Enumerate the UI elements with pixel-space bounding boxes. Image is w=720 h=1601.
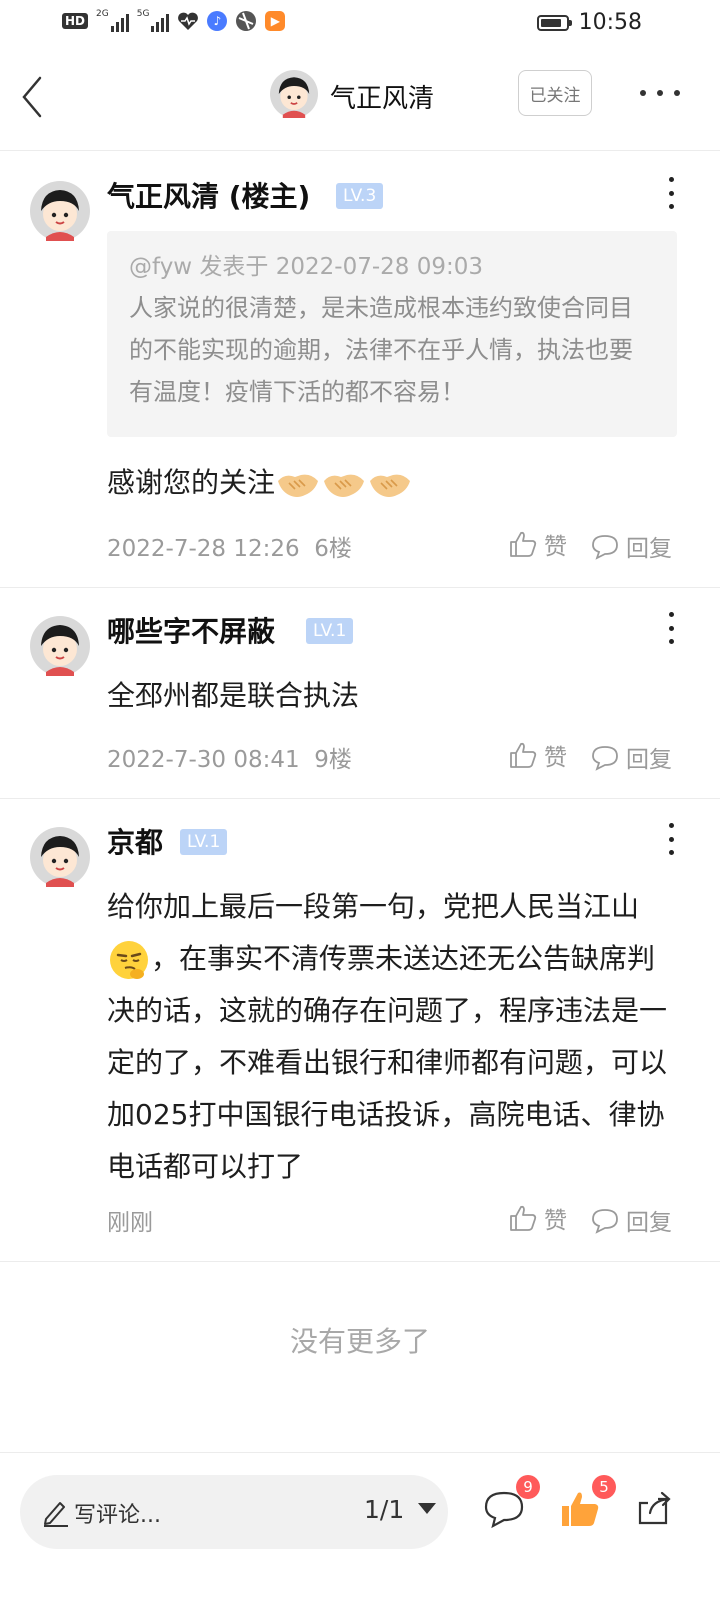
- comment-text: 感谢您的关注: [107, 457, 677, 509]
- comment-timestamp: 2022-7-30 08:41 9楼: [107, 747, 352, 773]
- comment-item: 京都 LV.1 给你加上最后一段第一句，党把人民当江山，在事实不清传票未送达还无…: [0, 799, 720, 1262]
- signal-2g-icon: 2G: [96, 10, 129, 32]
- comment-more-icon[interactable]: [666, 612, 676, 644]
- avatar[interactable]: [30, 181, 90, 241]
- clock: 10:58: [578, 10, 642, 35]
- comment-timestamp: 刚刚: [107, 1210, 153, 1236]
- comment-text: 全邳州都是联合执法: [107, 679, 360, 712]
- signal-5g-icon: 5G: [137, 10, 170, 32]
- more-options-icon[interactable]: [640, 78, 680, 108]
- comment-more-icon[interactable]: [666, 823, 676, 855]
- heart-health-icon: [178, 12, 199, 30]
- comment-count-badge: 9: [516, 1475, 540, 1499]
- commenter-name[interactable]: 气正风清 (楼主): [107, 175, 310, 215]
- handshake-emoji-icon: [278, 474, 319, 497]
- comment-item: 气正风清 (楼主) LV.3 @fyw 发表于 2022-07-28 09:03…: [0, 151, 720, 588]
- comment-timestamp: 2022-7-28 12:26 6楼: [107, 536, 352, 562]
- thumbs-up-icon: [510, 531, 537, 557]
- reply-button[interactable]: 回复: [590, 740, 672, 774]
- quoted-post[interactable]: @fyw 发表于 2022-07-28 09:03 人家说的很清楚，是未造成根本…: [107, 231, 677, 437]
- top-nav-bar: 气正风清 已关注: [0, 48, 720, 151]
- chevron-down-icon[interactable]: [418, 1503, 436, 1514]
- chat-bubble-icon: [592, 535, 618, 560]
- level-badge: LV.1: [306, 618, 354, 644]
- status-icons-left: HD 2G 5G ♪ ▶: [62, 10, 286, 32]
- quote-header: @fyw 发表于 2022-07-28 09:03: [129, 254, 483, 280]
- floor-number: 9楼: [314, 747, 352, 773]
- following-button[interactable]: 已关注: [518, 70, 592, 116]
- like-button[interactable]: 赞: [508, 1201, 567, 1235]
- share-icon[interactable]: [632, 1487, 676, 1531]
- handshake-emoji-icon: [370, 474, 411, 497]
- back-arrow-icon[interactable]: [18, 72, 54, 122]
- like-button[interactable]: 赞: [508, 738, 567, 772]
- avatar[interactable]: [30, 827, 90, 887]
- hd-indicator: HD: [62, 13, 89, 29]
- status-icons-right: 10:58: [536, 10, 642, 35]
- page-indicator[interactable]: 1/1: [364, 1495, 404, 1524]
- quote-body: 人家说的很清楚，是未造成根本违约致使合同目的不能实现的逾期，法律不在乎人情，执法…: [129, 294, 633, 406]
- level-badge: LV.1: [180, 829, 228, 855]
- status-bar: HD 2G 5G ♪ ▶ 10:58: [0, 0, 720, 48]
- chat-bubble-icon: [592, 746, 618, 771]
- chat-bubble-icon: [592, 1209, 618, 1234]
- comment-input[interactable]: 写评论... 1/1: [20, 1475, 448, 1549]
- page-title: 气正风清: [330, 84, 435, 114]
- browser-app-icon: [236, 11, 257, 31]
- comment-text: 给你加上最后一段第一句，党把人民当江山，在事实不清传票未送达还无公告缺席判决的话…: [107, 890, 668, 1183]
- bottom-action-bar: 写评论... 1/1 9 5: [0, 1452, 720, 1601]
- thumbs-up-icon: [510, 1205, 537, 1231]
- author-avatar[interactable]: [270, 70, 318, 118]
- like-button[interactable]: 赞: [508, 527, 567, 561]
- thinking-face-emoji-icon: [110, 941, 148, 979]
- avatar[interactable]: [30, 616, 90, 676]
- music-app-icon: ♪: [207, 11, 228, 31]
- pen-icon: [44, 1502, 68, 1527]
- comment-more-icon[interactable]: [666, 177, 676, 209]
- thumbs-up-icon: [510, 742, 537, 768]
- reply-button[interactable]: 回复: [590, 529, 672, 563]
- comment-item: 哪些字不屏蔽 LV.1 全邳州都是联合执法 2022-7-30 08:41 9楼…: [0, 588, 720, 799]
- battery-icon: [536, 14, 572, 31]
- video-app-icon: ▶: [265, 11, 286, 31]
- comment-input-placeholder: 写评论...: [74, 1503, 161, 1528]
- reply-button[interactable]: 回复: [590, 1203, 672, 1237]
- floor-number: 6楼: [314, 536, 352, 562]
- commenter-name[interactable]: 哪些字不屏蔽: [107, 610, 275, 650]
- end-of-list-text: 没有更多了: [289, 1325, 430, 1358]
- commenter-name[interactable]: 京都: [107, 821, 163, 861]
- level-badge: LV.3: [336, 183, 384, 209]
- like-count-badge: 5: [592, 1475, 616, 1499]
- handshake-emoji-icon: [324, 474, 365, 497]
